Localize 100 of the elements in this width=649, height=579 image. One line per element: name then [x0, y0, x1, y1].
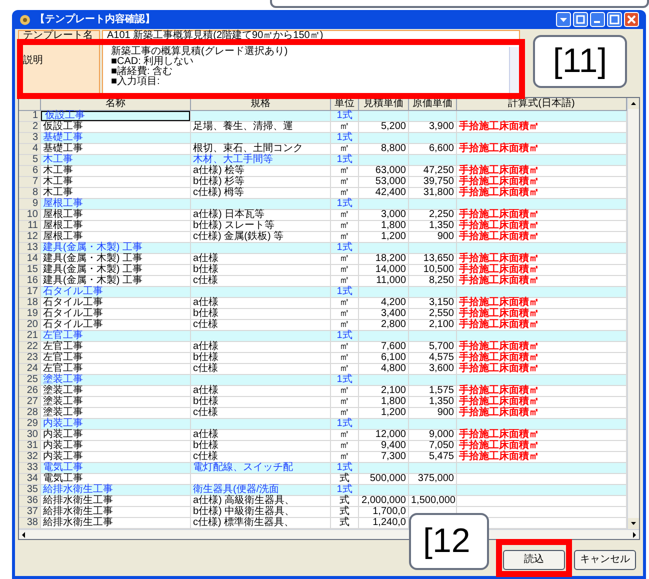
table-cell[interactable]: ㎡ [331, 254, 359, 264]
table-cell[interactable]: 8,800 [359, 144, 409, 154]
table-cell[interactable]: b仕様 [191, 309, 331, 319]
table-cell[interactable]: ㎡ [331, 144, 359, 154]
table-cell[interactable]: 根切、束石、土間コンク [191, 144, 331, 154]
table-cell[interactable]: 塗装工事 [41, 397, 191, 407]
table-cell[interactable]: 1,500,000 [409, 496, 457, 506]
table-cell[interactable]: 7,300 [359, 452, 409, 462]
table-cell[interactable]: b仕様 [191, 353, 331, 363]
table-cell[interactable]: a仕様 [191, 386, 331, 396]
table-cell[interactable]: ㎡ [331, 210, 359, 220]
table-cell[interactable]: 3,150 [409, 298, 457, 308]
table-cell[interactable]: 基礎工事 [41, 133, 191, 143]
table-cell[interactable]: 式 [331, 496, 359, 506]
table-cell[interactable]: a仕様 [191, 430, 331, 440]
table-cell[interactable]: 木工事 [41, 188, 191, 198]
table-cell[interactable]: 衛生器具(便器/洗面 [191, 485, 331, 495]
table-cell[interactable]: ㎡ [331, 188, 359, 198]
table-cell[interactable]: a仕様) 桧等 [191, 166, 331, 176]
table-cell[interactable]: 12,000 [359, 430, 409, 440]
table-cell[interactable]: b仕様) 杉等 [191, 177, 331, 187]
table-cell[interactable]: 建具(金属・木製) 工事 [41, 254, 191, 264]
table-cell[interactable]: 2,100 [359, 386, 409, 396]
table-cell[interactable]: c仕様 [191, 320, 331, 330]
table-cell[interactable]: b仕様) 中級衛生器具、 [191, 507, 331, 517]
table-cell[interactable]: 屋根工事 [41, 232, 191, 242]
table-cell[interactable]: 3,000 [359, 210, 409, 220]
table-cell[interactable]: ㎡ [331, 298, 359, 308]
table-cell[interactable]: a仕様 [191, 342, 331, 352]
table-cell[interactable]: ㎡ [331, 320, 359, 330]
table-cell[interactable]: 電気工事 [41, 474, 191, 484]
table-cell[interactable]: 給排水衛生工事 [41, 507, 191, 517]
table-cell[interactable]: ㎡ [331, 397, 359, 407]
table-cell[interactable]: c仕様) 栂等 [191, 188, 331, 198]
table-cell[interactable]: 左官工事 [41, 353, 191, 363]
table-cell[interactable]: ㎡ [331, 408, 359, 418]
table-cell[interactable]: 1,800 [359, 397, 409, 407]
table-cell[interactable]: 5,200 [359, 122, 409, 132]
table-cell[interactable]: 3,600 [409, 364, 457, 374]
table-cell[interactable]: 式 [331, 518, 359, 528]
table-cell[interactable]: 左官工事 [41, 342, 191, 352]
table-cell[interactable]: 1,350 [409, 221, 457, 231]
table-cell[interactable]: a仕様 [191, 254, 331, 264]
restore-icon[interactable] [573, 12, 588, 27]
table-cell[interactable]: 仮設工事 [41, 122, 191, 132]
table-cell[interactable]: c仕様 [191, 276, 331, 286]
table-cell[interactable]: 石タイル工事 [41, 309, 191, 319]
table-cell[interactable]: c仕様) 金属(鉄板) 等 [191, 232, 331, 242]
table-cell[interactable]: 53,000 [359, 177, 409, 187]
table-cell[interactable]: 4,575 [409, 353, 457, 363]
table-cell[interactable]: ㎡ [331, 364, 359, 374]
table-cell[interactable]: 6,100 [359, 353, 409, 363]
table-cell[interactable]: 5,700 [409, 342, 457, 352]
table-cell[interactable]: 1式 [331, 463, 359, 473]
table-cell[interactable]: 375,000 [409, 474, 457, 484]
table-cell[interactable]: 塗装工事 [41, 375, 191, 385]
table-cell[interactable]: ㎡ [331, 166, 359, 176]
table-cell[interactable]: 6,600 [409, 144, 457, 154]
table-cell[interactable]: 3,400 [359, 309, 409, 319]
table-cell[interactable]: 500,000 [359, 474, 409, 484]
table-cell[interactable]: 木工事 [41, 155, 191, 165]
dialog-button[interactable]: キャンセル [574, 550, 636, 570]
table-cell[interactable]: 石タイル工事 [41, 287, 191, 297]
table-cell[interactable]: b仕様 [191, 265, 331, 275]
table-cell[interactable]: 建具(金属・木製) 工事 [41, 243, 191, 253]
table-cell[interactable]: ㎡ [331, 386, 359, 396]
table-cell[interactable]: b仕様 [191, 441, 331, 451]
table-cell[interactable]: 1式 [331, 133, 359, 143]
description-field[interactable]: 新築工事の概算見積(グレード選択あり) ■CAD: 利用しない ■諸経費: 含む ■入力項目: [102, 44, 520, 94]
table-cell[interactable]: 1式 [331, 485, 359, 495]
vertical-scrollbar[interactable] [627, 98, 639, 529]
table-cell[interactable]: 塗装工事 [41, 386, 191, 396]
table-cell[interactable]: 木工事 [41, 166, 191, 176]
table-cell[interactable]: 給排水衛生工事 [41, 485, 191, 495]
table-cell[interactable]: 39,750 [409, 177, 457, 187]
column-header[interactable]: 名称 [41, 98, 191, 110]
minimize-icon[interactable] [590, 12, 605, 27]
table-cell[interactable]: 式 [331, 507, 359, 517]
table-cell[interactable]: a仕様 [191, 298, 331, 308]
table-cell[interactable]: ㎡ [331, 276, 359, 286]
table-cell[interactable]: ㎡ [331, 221, 359, 231]
table-cell[interactable]: ㎡ [331, 177, 359, 187]
table-cell[interactable]: 内装工事 [41, 452, 191, 462]
table-cell[interactable]: 1,800 [359, 221, 409, 231]
table-cell[interactable]: 石タイル工事 [41, 320, 191, 330]
table-cell[interactable]: 900 [409, 232, 457, 242]
table-cell[interactable]: ㎡ [331, 232, 359, 242]
table-cell[interactable]: 13,650 [409, 254, 457, 264]
table-cell[interactable]: 31,800 [409, 188, 457, 198]
table-cell[interactable]: a仕様) 高級衛生器具、 [191, 496, 331, 506]
table-cell[interactable]: ㎡ [331, 430, 359, 440]
table-cell[interactable]: 2,550 [409, 309, 457, 319]
table-cell[interactable]: 木工事 [41, 177, 191, 187]
table-cell[interactable]: 内装工事 [41, 441, 191, 451]
table-cell[interactable]: 石タイル工事 [41, 298, 191, 308]
table-cell[interactable]: 7,600 [359, 342, 409, 352]
table-cell[interactable]: 4,200 [359, 298, 409, 308]
table-cell[interactable]: 左官工事 [41, 331, 191, 341]
table-cell[interactable]: c仕様 [191, 408, 331, 418]
table-cell[interactable]: 1,575 [409, 386, 457, 396]
